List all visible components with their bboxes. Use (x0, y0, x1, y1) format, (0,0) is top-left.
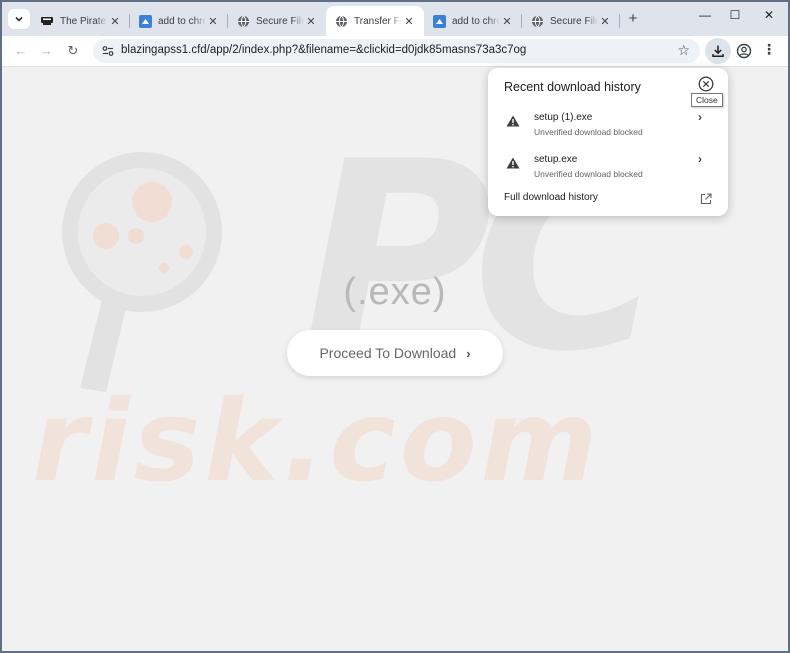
globe-icon (530, 14, 544, 28)
tab-5[interactable]: Secure File ✕ (522, 6, 620, 36)
downloads-button[interactable] (705, 38, 731, 64)
toolbar: ← → ↻ blazingapss1.cfd/app/2/index.php?&… (2, 36, 788, 67)
chevron-right-icon: › (466, 345, 471, 361)
url-text[interactable]: blazingapss1.cfd/app/2/index.php?&filena… (121, 44, 526, 56)
close-tooltip: Close (691, 93, 723, 107)
download-filename: setup.exe (534, 154, 578, 165)
tab-close-button[interactable]: ✕ (206, 15, 220, 28)
tab-strip: The Pirate Bay ✕ add to chrome ✕ Secure … (2, 2, 788, 36)
tab-4[interactable]: add to chrome ✕ (424, 6, 522, 36)
tab-0[interactable]: The Pirate Bay ✕ (32, 6, 130, 36)
chevron-down-icon (15, 16, 23, 22)
close-circle-icon[interactable] (698, 76, 714, 92)
tab-close-button[interactable]: ✕ (500, 15, 514, 28)
address-bar[interactable]: blazingapss1.cfd/app/2/index.php?&filena… (93, 39, 700, 63)
cloud-app-icon (138, 14, 152, 28)
minimize-button[interactable]: — (695, 8, 715, 22)
tab-2[interactable]: Secure File ✕ (228, 6, 326, 36)
new-tab-button[interactable]: + (624, 10, 642, 27)
reload-button[interactable]: ↻ (64, 43, 82, 59)
tab-close-button[interactable]: ✕ (402, 15, 416, 28)
maximize-button[interactable]: ☐ (725, 8, 745, 22)
cloud-app-icon (432, 14, 446, 28)
download-filename: setup (1).exe (534, 112, 593, 123)
profile-avatar-icon[interactable] (736, 43, 752, 59)
proceed-to-download-button[interactable]: Proceed To Download › (287, 330, 503, 376)
browser-window: The Pirate Bay ✕ add to chrome ✕ Secure … (2, 2, 788, 651)
tab-close-button[interactable]: ✕ (304, 15, 318, 28)
tab-3-active[interactable]: Transfer File ✕ (326, 6, 424, 36)
download-item[interactable]: setup.exe Unverified download blocked › (488, 152, 728, 188)
site-info-icon[interactable] (101, 44, 115, 58)
tab-1[interactable]: add to chrome ✕ (130, 6, 228, 36)
globe-icon (236, 14, 250, 28)
tab-close-button[interactable]: ✕ (108, 15, 122, 28)
tab-search-button[interactable] (8, 9, 30, 29)
warning-icon (506, 156, 520, 169)
file-extension-label: (.exe) (343, 271, 447, 313)
tab-title: Secure File (256, 15, 304, 27)
close-window-button[interactable]: ✕ (759, 8, 779, 22)
back-button[interactable]: ← (12, 43, 30, 58)
browser-menu-button[interactable]: ⋮ (762, 41, 776, 58)
tab-title: The Pirate Bay (60, 15, 108, 27)
download-icon (712, 45, 724, 58)
bubble-title: Recent download history (504, 80, 641, 94)
download-status: Unverified download blocked (534, 169, 643, 179)
download-item[interactable]: setup (1).exe Unverified download blocke… (488, 110, 728, 146)
tab-title: Transfer File (354, 15, 402, 27)
download-status: Unverified download blocked (534, 127, 643, 137)
tab-title: add to chrome (158, 15, 206, 27)
warning-icon (506, 114, 520, 127)
full-download-history-link[interactable]: Full download history (504, 192, 598, 203)
tab-title: Secure File (550, 15, 598, 27)
tab-title: add to chrome (452, 15, 500, 27)
chevron-right-icon[interactable]: › (698, 152, 702, 166)
open-in-new-icon[interactable] (700, 192, 712, 205)
download-history-bubble: Recent download history Close setup (1).… (488, 68, 728, 216)
bookmark-star-icon[interactable]: ☆ (677, 42, 690, 59)
pirate-ship-icon (40, 14, 54, 28)
tab-close-button[interactable]: ✕ (598, 15, 612, 28)
chevron-right-icon[interactable]: › (698, 110, 702, 124)
forward-button[interactable]: → (37, 43, 55, 58)
globe-icon (334, 14, 348, 28)
proceed-button-label: Proceed To Download (319, 345, 457, 361)
tab-separator (619, 14, 620, 28)
risk-watermark: risk.com (32, 377, 602, 507)
